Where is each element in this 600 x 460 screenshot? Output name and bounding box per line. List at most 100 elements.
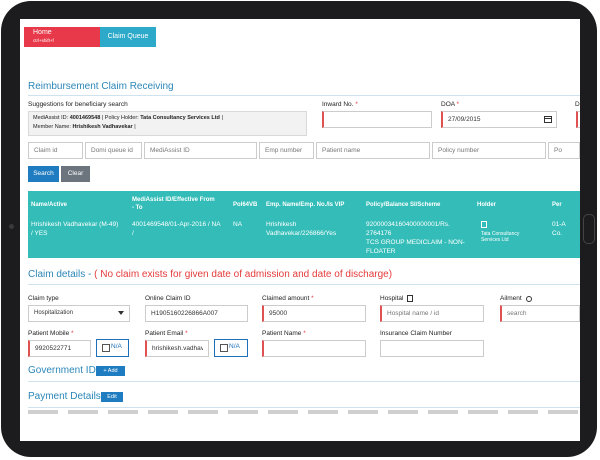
tab-claim-queue[interactable]: Claim Queue: [100, 27, 156, 47]
patient-name-search-input[interactable]: [316, 142, 430, 159]
calendar-icon[interactable]: [544, 116, 552, 123]
checkbox-icon[interactable]: [220, 344, 228, 352]
claim-type-value: Hospitalization: [34, 310, 74, 316]
doa-label: DOA *: [441, 101, 459, 108]
claim-type-label: Claim type: [28, 295, 59, 302]
inward-no-input[interactable]: [322, 111, 432, 128]
patient-name-label: Patient Name *: [262, 330, 306, 337]
cell-pol64vb: NA: [233, 221, 243, 228]
patient-mobile-label: Patient Mobile *: [28, 330, 74, 337]
cell-mediassist-line2: /: [132, 230, 134, 237]
edit-payment-button[interactable]: Edit: [101, 392, 123, 402]
suggestion-line-2: Member Name: Hrishikesh Vadhavekar |: [33, 123, 302, 132]
claimed-amount-label-text: Claimed amount: [262, 295, 310, 302]
policy-holder-label: | Policy Holder:: [101, 115, 139, 121]
separator: |: [221, 115, 223, 121]
patient-email-label: Patient Email *: [145, 330, 188, 337]
cell-emp-name: Hrishikesh Vadhavekar/226866/Yes: [266, 220, 336, 238]
government-id-divider: [28, 381, 580, 382]
chevron-down-icon: [118, 311, 124, 315]
patient-name-label-text: Patient Name: [262, 330, 302, 337]
email-na-checkbox[interactable]: N/A: [214, 339, 248, 357]
add-government-id-button[interactable]: + Add: [96, 366, 125, 376]
patient-name-input[interactable]: [262, 340, 366, 357]
search-button[interactable]: Search: [28, 166, 59, 182]
mediassist-id-input[interactable]: [144, 142, 257, 159]
doa-date-input[interactable]: [441, 111, 557, 128]
member-value: Hrishikesh Vadhavekar: [72, 124, 133, 130]
insurance-claim-number-label: Insurance Claim Number: [380, 330, 452, 337]
payment-details-title: Payment Details: [28, 391, 101, 402]
cut-off-input[interactable]: [576, 111, 580, 128]
header-policy: Policy/Balance SI/Scheme: [366, 202, 441, 208]
emp-number-input[interactable]: [259, 142, 314, 159]
doa-label-text: DOA: [441, 101, 455, 108]
results-grid-header: Name/Active MediAssist ID/Effective From…: [28, 191, 580, 218]
cell-holder-line2: Services Ltd: [481, 237, 509, 243]
claim-details-heading: Claim details -: [28, 269, 95, 280]
separator: |: [134, 124, 136, 130]
suggestions-label: Suggestions for beneficiary search: [28, 101, 128, 108]
hospital-building-icon: [407, 295, 413, 302]
header-per: Per: [552, 202, 562, 208]
required-mark: *: [456, 101, 460, 108]
required-mark: *: [71, 330, 74, 337]
header-emp-name: Emp. Name/Emp. No./Is VIP: [266, 202, 345, 208]
inward-label: Inward No. *: [322, 101, 358, 108]
required-mark: *: [355, 101, 358, 108]
claim-divider: [28, 284, 580, 285]
member-label: Member Name:: [33, 124, 71, 130]
screen: Home ctrl+shift+f Claim Queue Reimbursem…: [20, 19, 580, 441]
cell-emp-line2: Vadhavekar/226866/Yes: [266, 230, 337, 237]
claimed-amount-input[interactable]: [262, 305, 366, 322]
patient-mobile-input[interactable]: [28, 340, 91, 357]
mediassist-label: MediAssist ID:: [33, 115, 69, 121]
header-name: Name/Active: [31, 202, 68, 208]
patient-email-label-text: Patient Email: [145, 330, 184, 337]
payment-divider: [28, 407, 580, 408]
na-label: N/A: [111, 343, 122, 350]
cell-mediassist-line1: 4001469548/01-Apr-2016 / NA: [132, 221, 221, 228]
policy-cut-input[interactable]: [548, 142, 580, 159]
claim-id-input[interactable]: [28, 142, 83, 159]
cell-emp-line1: Hrishikesh: [266, 221, 297, 228]
insurance-claim-number-input[interactable]: [380, 340, 484, 357]
cell-mediassist: 4001469548/01-Apr-2016 / NA /: [132, 220, 221, 238]
page-title: Reimbursement Claim Receiving: [28, 81, 174, 92]
suggestions-box: MediAssist ID: 4001469548 | Policy Holde…: [28, 111, 307, 136]
cell-policy-line2: 2764176: [366, 230, 392, 237]
ailment-label: Ailment: [500, 295, 522, 302]
title-divider: [28, 95, 580, 96]
required-mark: *: [185, 330, 188, 337]
wheelchair-icon: [526, 296, 532, 302]
header-mediassist-line1: MediAssist ID/Effective From: [132, 197, 215, 203]
mobile-na-checkbox[interactable]: N/A: [96, 339, 129, 357]
cell-policy-line3: TCS GROUP MEDICLAIM - NON-: [366, 239, 465, 246]
cell-policy-line4: FLOATER: [366, 248, 396, 255]
clear-button[interactable]: Clear: [61, 166, 90, 182]
checkbox-icon[interactable]: [102, 344, 110, 352]
online-claim-id-input[interactable]: [145, 305, 248, 322]
claim-details-title: Claim details - ( No claim exists for gi…: [28, 269, 392, 280]
header-holder: Holder: [477, 202, 497, 208]
cell-per-line1: 01-A: [552, 221, 566, 228]
header-mediassist: MediAssist ID/Effective From - To: [132, 196, 215, 212]
cell-policy: 92000034160400000001/Rs. 2764176 TCS GROUP…: [366, 220, 465, 256]
cell-per-line2: Co.: [552, 230, 563, 237]
hospital-input[interactable]: [380, 305, 484, 322]
tablet-device: Home ctrl+shift+f Claim Queue Reimbursem…: [0, 0, 600, 460]
top-nav: Home ctrl+shift+f Claim Queue: [20, 19, 580, 47]
domi-queue-id-input[interactable]: [85, 142, 142, 159]
hospital-label: Hospital: [380, 295, 404, 302]
patient-email-input[interactable]: [145, 340, 209, 357]
claim-type-select[interactable]: Hospitalization: [28, 305, 130, 322]
home-hardware-button: [583, 214, 595, 244]
ailment-input[interactable]: [500, 305, 580, 322]
table-row[interactable]: Hrishikesh Vadhavekar (M-49) / YES 400146…: [28, 218, 580, 258]
cell-per: 01-A Co.: [552, 220, 566, 238]
tab-home[interactable]: Home ctrl+shift+f: [24, 27, 100, 47]
government-id-title: Government ID: [28, 365, 96, 376]
camera-icon: [9, 224, 14, 229]
suggestion-line-1: MediAssist ID: 4001469548 | Policy Holde…: [33, 114, 302, 123]
policy-number-input[interactable]: [432, 142, 546, 159]
